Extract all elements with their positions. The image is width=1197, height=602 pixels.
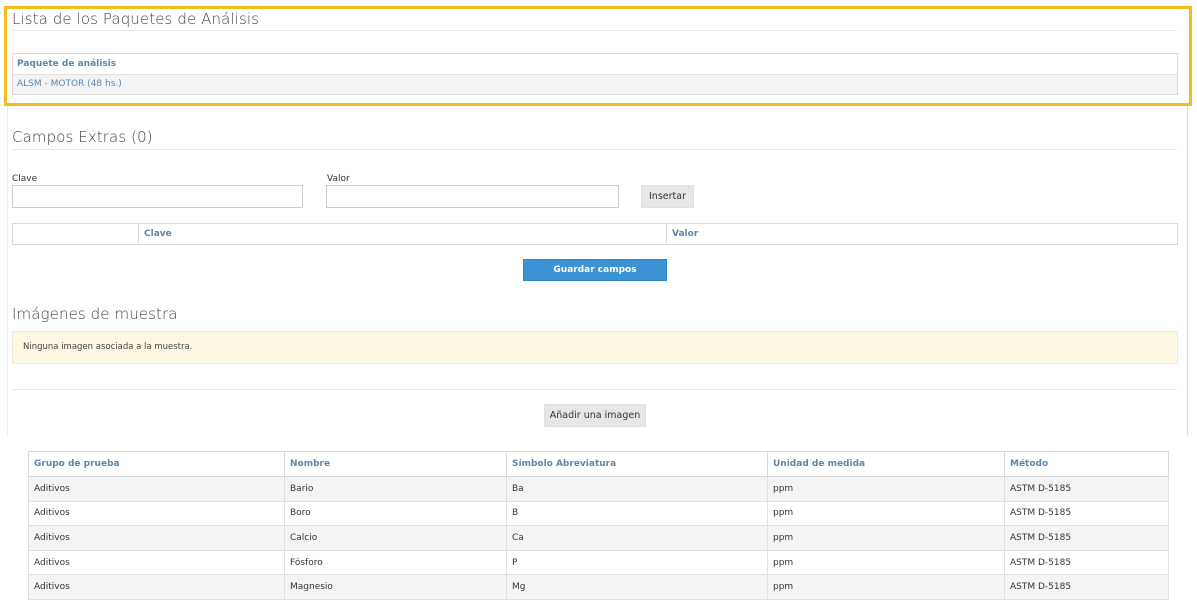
cell-method: ASTM D-5185: [1004, 500, 1169, 527]
extras-title-divider: [12, 149, 1177, 150]
add-image-button[interactable]: Añadir una imagen: [544, 404, 646, 427]
header-method[interactable]: Método: [1004, 451, 1169, 477]
images-divider: [12, 389, 1177, 390]
cell-symbol: Ba: [506, 476, 768, 502]
cell-name: Bario: [284, 476, 507, 502]
key-input[interactable]: [12, 185, 303, 208]
cell-unit: ppm: [767, 525, 1005, 551]
cell-name: Magnesio: [284, 574, 507, 600]
no-images-alert: Ninguna imagen asociada a la muestra.: [12, 331, 1178, 364]
cell-method: ASTM D-5185: [1004, 525, 1169, 551]
header-symbol[interactable]: Símbolo Abreviatura: [506, 451, 768, 477]
extras-header-value: Valor: [672, 229, 699, 239]
cell-test-group: Aditivos: [28, 574, 285, 600]
cell-unit: ppm: [767, 476, 1005, 502]
tests-table: Grupo de prueba Nombre Símbolo Abreviatu…: [28, 451, 1169, 600]
table-row: Aditivos Calcio Ca ppm ASTM D-5185: [28, 525, 1169, 551]
cell-test-group: Aditivos: [28, 476, 285, 502]
cell-name: Calcio: [284, 525, 507, 551]
table-row: Aditivos Fósforo P ppm ASTM D-5185: [28, 549, 1169, 576]
cell-unit: ppm: [767, 500, 1005, 527]
value-label: Valor: [327, 174, 350, 184]
extras-table: Clave Valor: [12, 223, 1178, 245]
header-unit[interactable]: Unidad de medida: [767, 451, 1005, 477]
highlight-box: [4, 6, 1192, 106]
cell-symbol: Ca: [506, 525, 768, 551]
cell-symbol: Mg: [506, 574, 768, 600]
cell-symbol: B: [506, 500, 768, 527]
table-row: Aditivos Magnesio Mg ppm ASTM D-5185: [28, 574, 1169, 600]
value-input[interactable]: [326, 185, 619, 208]
table-row: Aditivos Bario Ba ppm ASTM D-5185: [28, 476, 1169, 502]
extras-title: Campos Extras (0): [12, 128, 153, 146]
insert-button[interactable]: Insertar: [641, 185, 694, 208]
cell-method: ASTM D-5185: [1004, 549, 1169, 576]
tests-header-row: Grupo de prueba Nombre Símbolo Abreviatu…: [28, 451, 1169, 477]
extras-header-key: Clave: [139, 224, 667, 244]
panel-left-border: [7, 105, 8, 435]
save-extra-fields-button[interactable]: Guardar campos adicionales: [523, 259, 667, 295]
cell-method: ASTM D-5185: [1004, 574, 1169, 600]
extras-header-blank: [13, 224, 139, 244]
cell-test-group: Aditivos: [28, 549, 285, 576]
key-label: Clave: [12, 174, 38, 184]
panel-right-border: [1187, 105, 1188, 435]
cell-test-group: Aditivos: [28, 525, 285, 551]
header-test-group[interactable]: Grupo de prueba: [28, 451, 285, 477]
images-title: Imágenes de muestra: [12, 305, 178, 323]
cell-unit: ppm: [767, 574, 1005, 600]
cell-name: Boro: [284, 500, 507, 527]
header-name[interactable]: Nombre: [284, 451, 507, 477]
cell-test-group: Aditivos: [28, 500, 285, 527]
cell-name: Fósforo: [284, 549, 507, 576]
cell-unit: ppm: [767, 549, 1005, 576]
cell-symbol: P: [506, 549, 768, 576]
table-row: Aditivos Boro B ppm ASTM D-5185: [28, 500, 1169, 527]
cell-method: ASTM D-5185: [1004, 476, 1169, 502]
